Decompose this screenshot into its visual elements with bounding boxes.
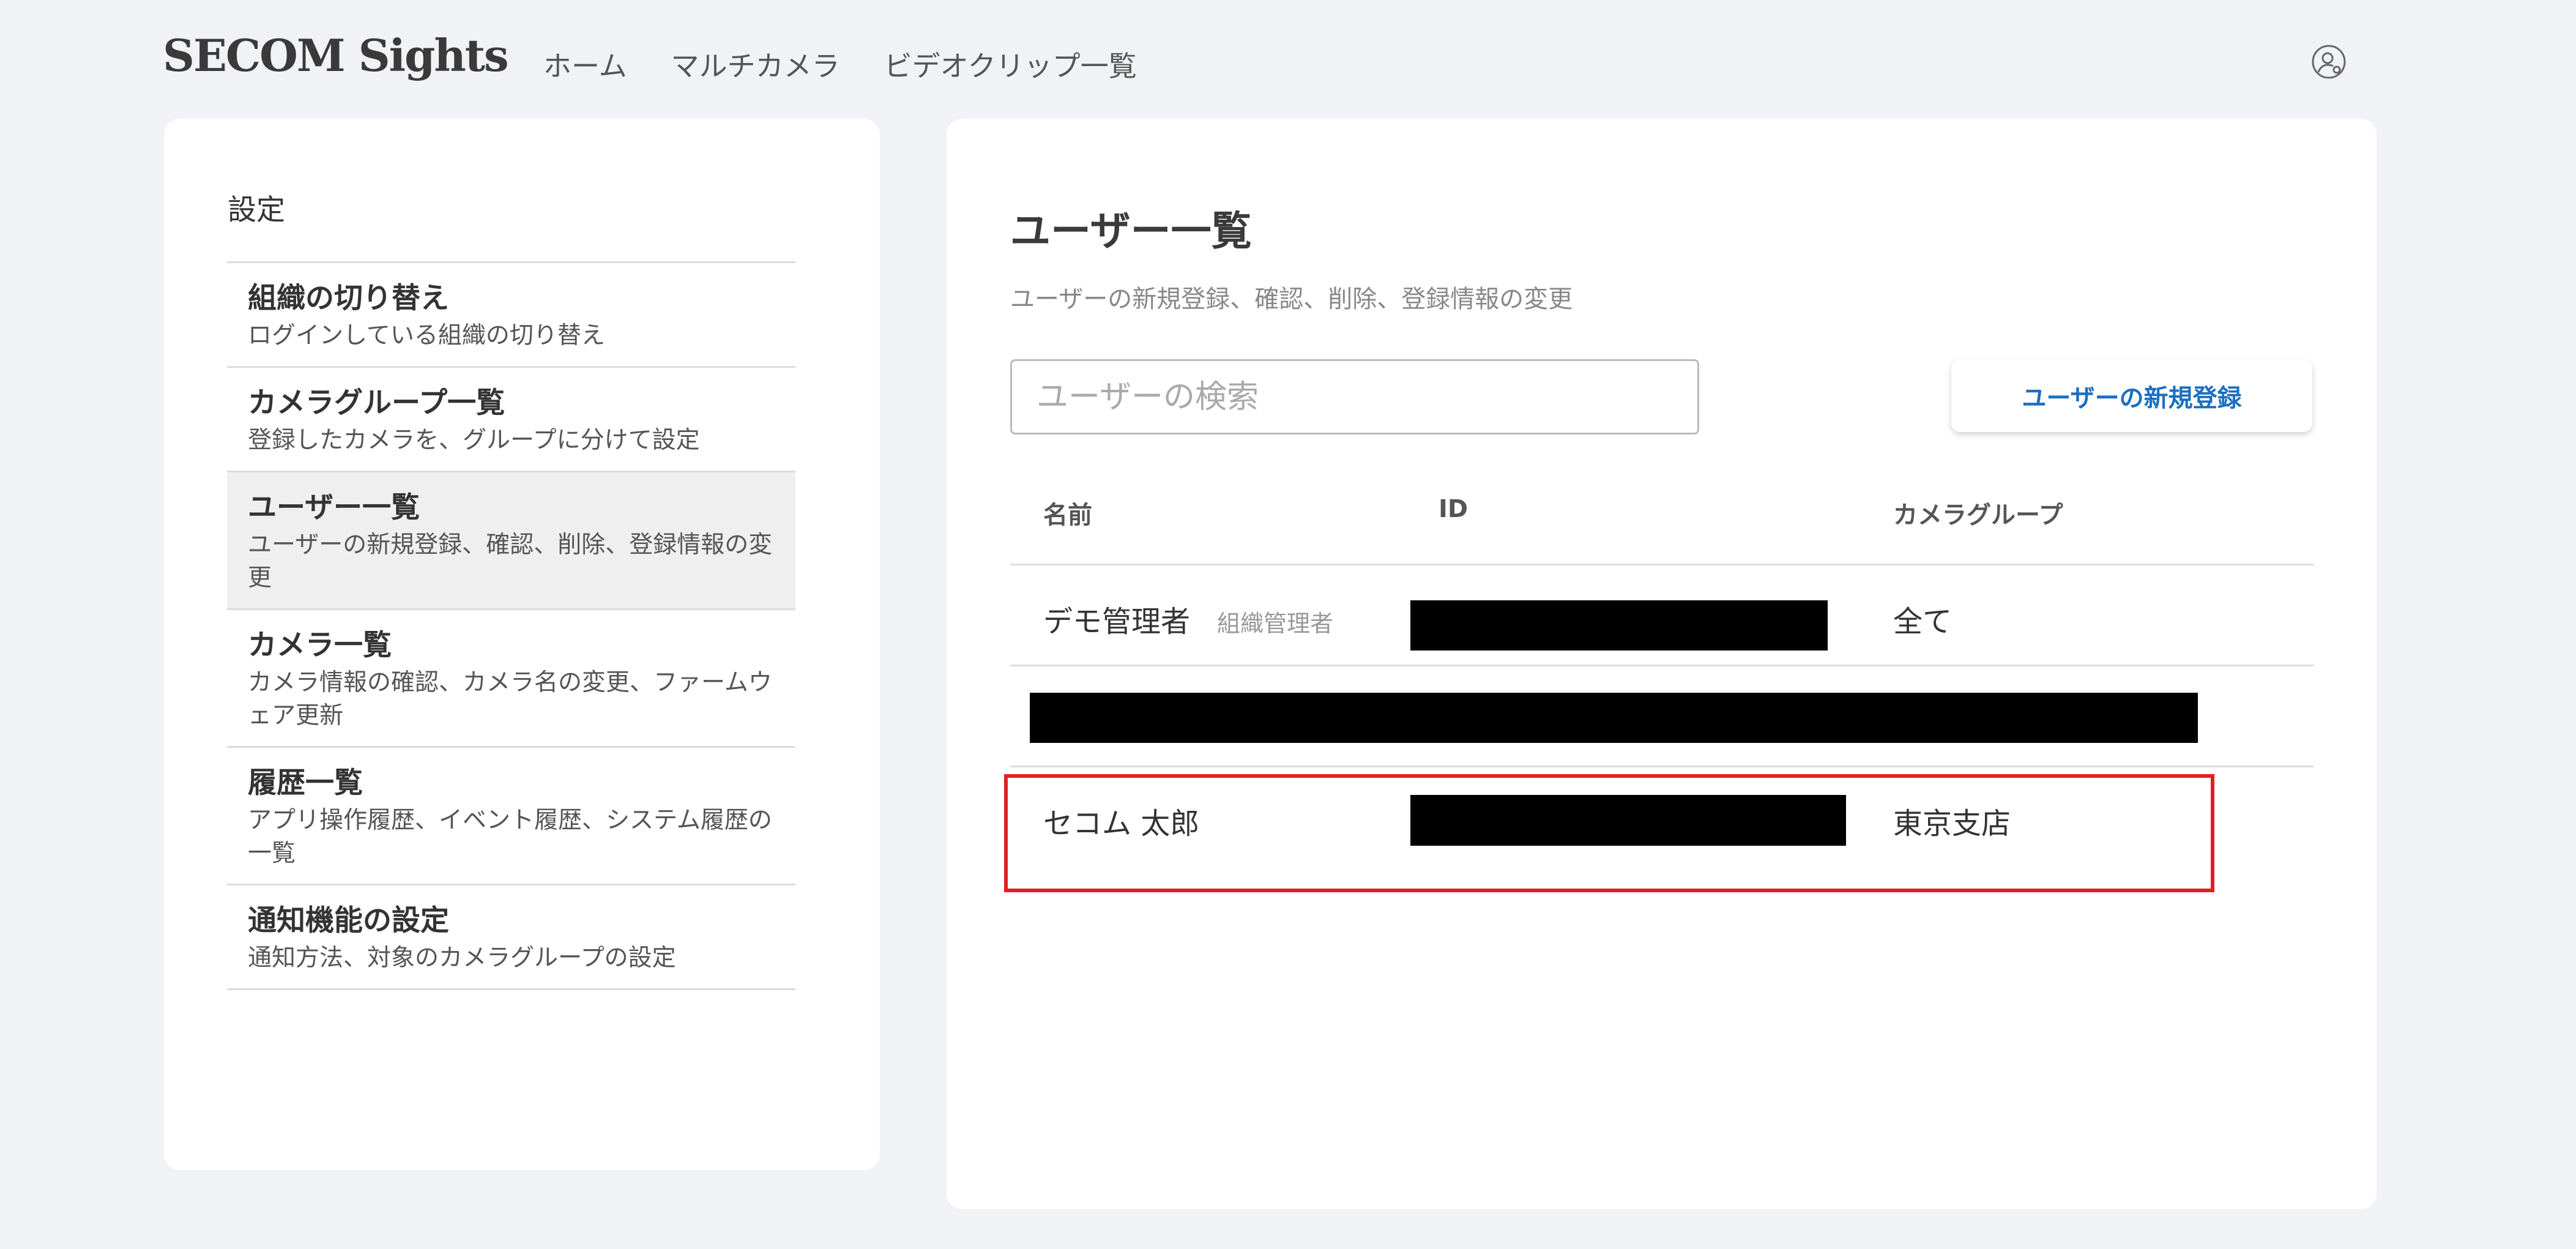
table-row[interactable] — [1010, 666, 2314, 767]
page-title: ユーザー一覧 — [1010, 207, 1252, 255]
app-header: SECOM Sights ホーム マルチカメラ ビデオクリップ一覧 — [0, 0, 2576, 116]
redacted-id — [1410, 600, 1828, 651]
role-badge: 組織管理者 — [1217, 610, 1334, 637]
sidebar-item-title: カメラ一覧 — [248, 628, 392, 662]
sidebar-item-cameras[interactable]: カメラ一覧 カメラ情報の確認、カメラ名の変更、ファームウェア更新 — [227, 610, 795, 748]
nav-multi-camera[interactable]: マルチカメラ — [671, 44, 840, 84]
sidebar-item-desc: カメラ情報の確認、カメラ名の変更、ファームウェア更新 — [248, 669, 772, 729]
table-row[interactable]: セコム 太郎 東京支店 — [1010, 767, 2314, 868]
user-name-cell: デモ管理者 組織管理者 — [1043, 597, 1333, 640]
user-name-cell: セコム 太郎 — [1043, 799, 1199, 842]
user-search-input[interactable] — [1010, 359, 1699, 434]
sidebar-item-organization-switch[interactable]: 組織の切り替え ログインしている組織の切り替え — [227, 263, 795, 368]
new-user-button[interactable]: ユーザーの新規登録 — [1951, 360, 2312, 432]
sidebar-item-desc: 登録したカメラを、グループに分けて設定 — [248, 427, 700, 454]
sidebar-item-title: 通知機能の設定 — [248, 904, 449, 938]
sidebar-item-history[interactable]: 履歴一覧 アプリ操作履歴、イベント履歴、システム履歴の一覧 — [227, 748, 795, 885]
camera-group-cell: 東京支店 — [1893, 807, 2011, 841]
redacted-row — [1030, 693, 2198, 743]
sidebar-item-notifications[interactable]: 通知機能の設定 通知方法、対象のカメラグループの設定 — [227, 885, 795, 990]
sidebar-item-title: カメラグループ一覧 — [248, 386, 505, 420]
user-settings-icon[interactable] — [2311, 44, 2347, 80]
sidebar-item-desc: 通知方法、対象のカメラグループの設定 — [248, 944, 676, 972]
camera-group-cell: 全て — [1893, 605, 1952, 639]
nav-home[interactable]: ホーム — [543, 44, 627, 84]
page-subtitle: ユーザーの新規登録、確認、削除、登録情報の変更 — [1010, 285, 1573, 313]
user-name: デモ管理者 — [1043, 605, 1191, 639]
sidebar-item-title: 組織の切り替え — [248, 281, 449, 315]
sidebar-item-desc: ログインしている組織の切り替え — [248, 322, 605, 349]
sidebar-title: 設定 — [228, 193, 285, 227]
sidebar-menu: 組織の切り替え ログインしている組織の切り替え カメラグループ一覧 登録したカメ… — [227, 261, 795, 990]
nav-video-clip-list[interactable]: ビデオクリップ一覧 — [884, 44, 1137, 84]
sidebar-item-title: ユーザー一覧 — [248, 491, 420, 524]
main-nav: ホーム マルチカメラ ビデオクリップ一覧 — [543, 44, 1137, 84]
column-header-id[interactable]: ID — [1439, 495, 1468, 523]
column-header-name[interactable]: 名前 — [1043, 495, 1092, 531]
app-logo[interactable]: SECOM Sights — [163, 29, 508, 81]
settings-sidebar: 設定 組織の切り替え ログインしている組織の切り替え カメラグループ一覧 登録し… — [164, 119, 880, 1170]
sidebar-item-title: 履歴一覧 — [248, 766, 363, 800]
sidebar-item-users[interactable]: ユーザー一覧 ユーザーの新規登録、確認、削除、登録情報の変更 — [227, 472, 795, 610]
sidebar-item-desc: ユーザーの新規登録、確認、削除、登録情報の変更 — [248, 531, 773, 592]
user-table: 名前 ID カメラグループ デモ管理者 組織管理者 全て セコム 太郎 東京支店 — [1010, 452, 2314, 868]
sidebar-item-desc: アプリ操作履歴、イベント履歴、システム履歴の一覧 — [248, 807, 772, 867]
table-header: 名前 ID カメラグループ — [1010, 452, 2314, 565]
sidebar-item-camera-groups[interactable]: カメラグループ一覧 登録したカメラを、グループに分けて設定 — [227, 368, 795, 472]
user-list-panel: ユーザー一覧 ユーザーの新規登録、確認、削除、登録情報の変更 ユーザーの新規登録… — [947, 119, 2377, 1209]
redacted-id — [1410, 795, 1846, 846]
column-header-camera-group[interactable]: カメラグループ — [1893, 495, 2063, 531]
table-row[interactable]: デモ管理者 組織管理者 全て — [1010, 565, 2314, 666]
user-name: セコム 太郎 — [1043, 807, 1200, 841]
